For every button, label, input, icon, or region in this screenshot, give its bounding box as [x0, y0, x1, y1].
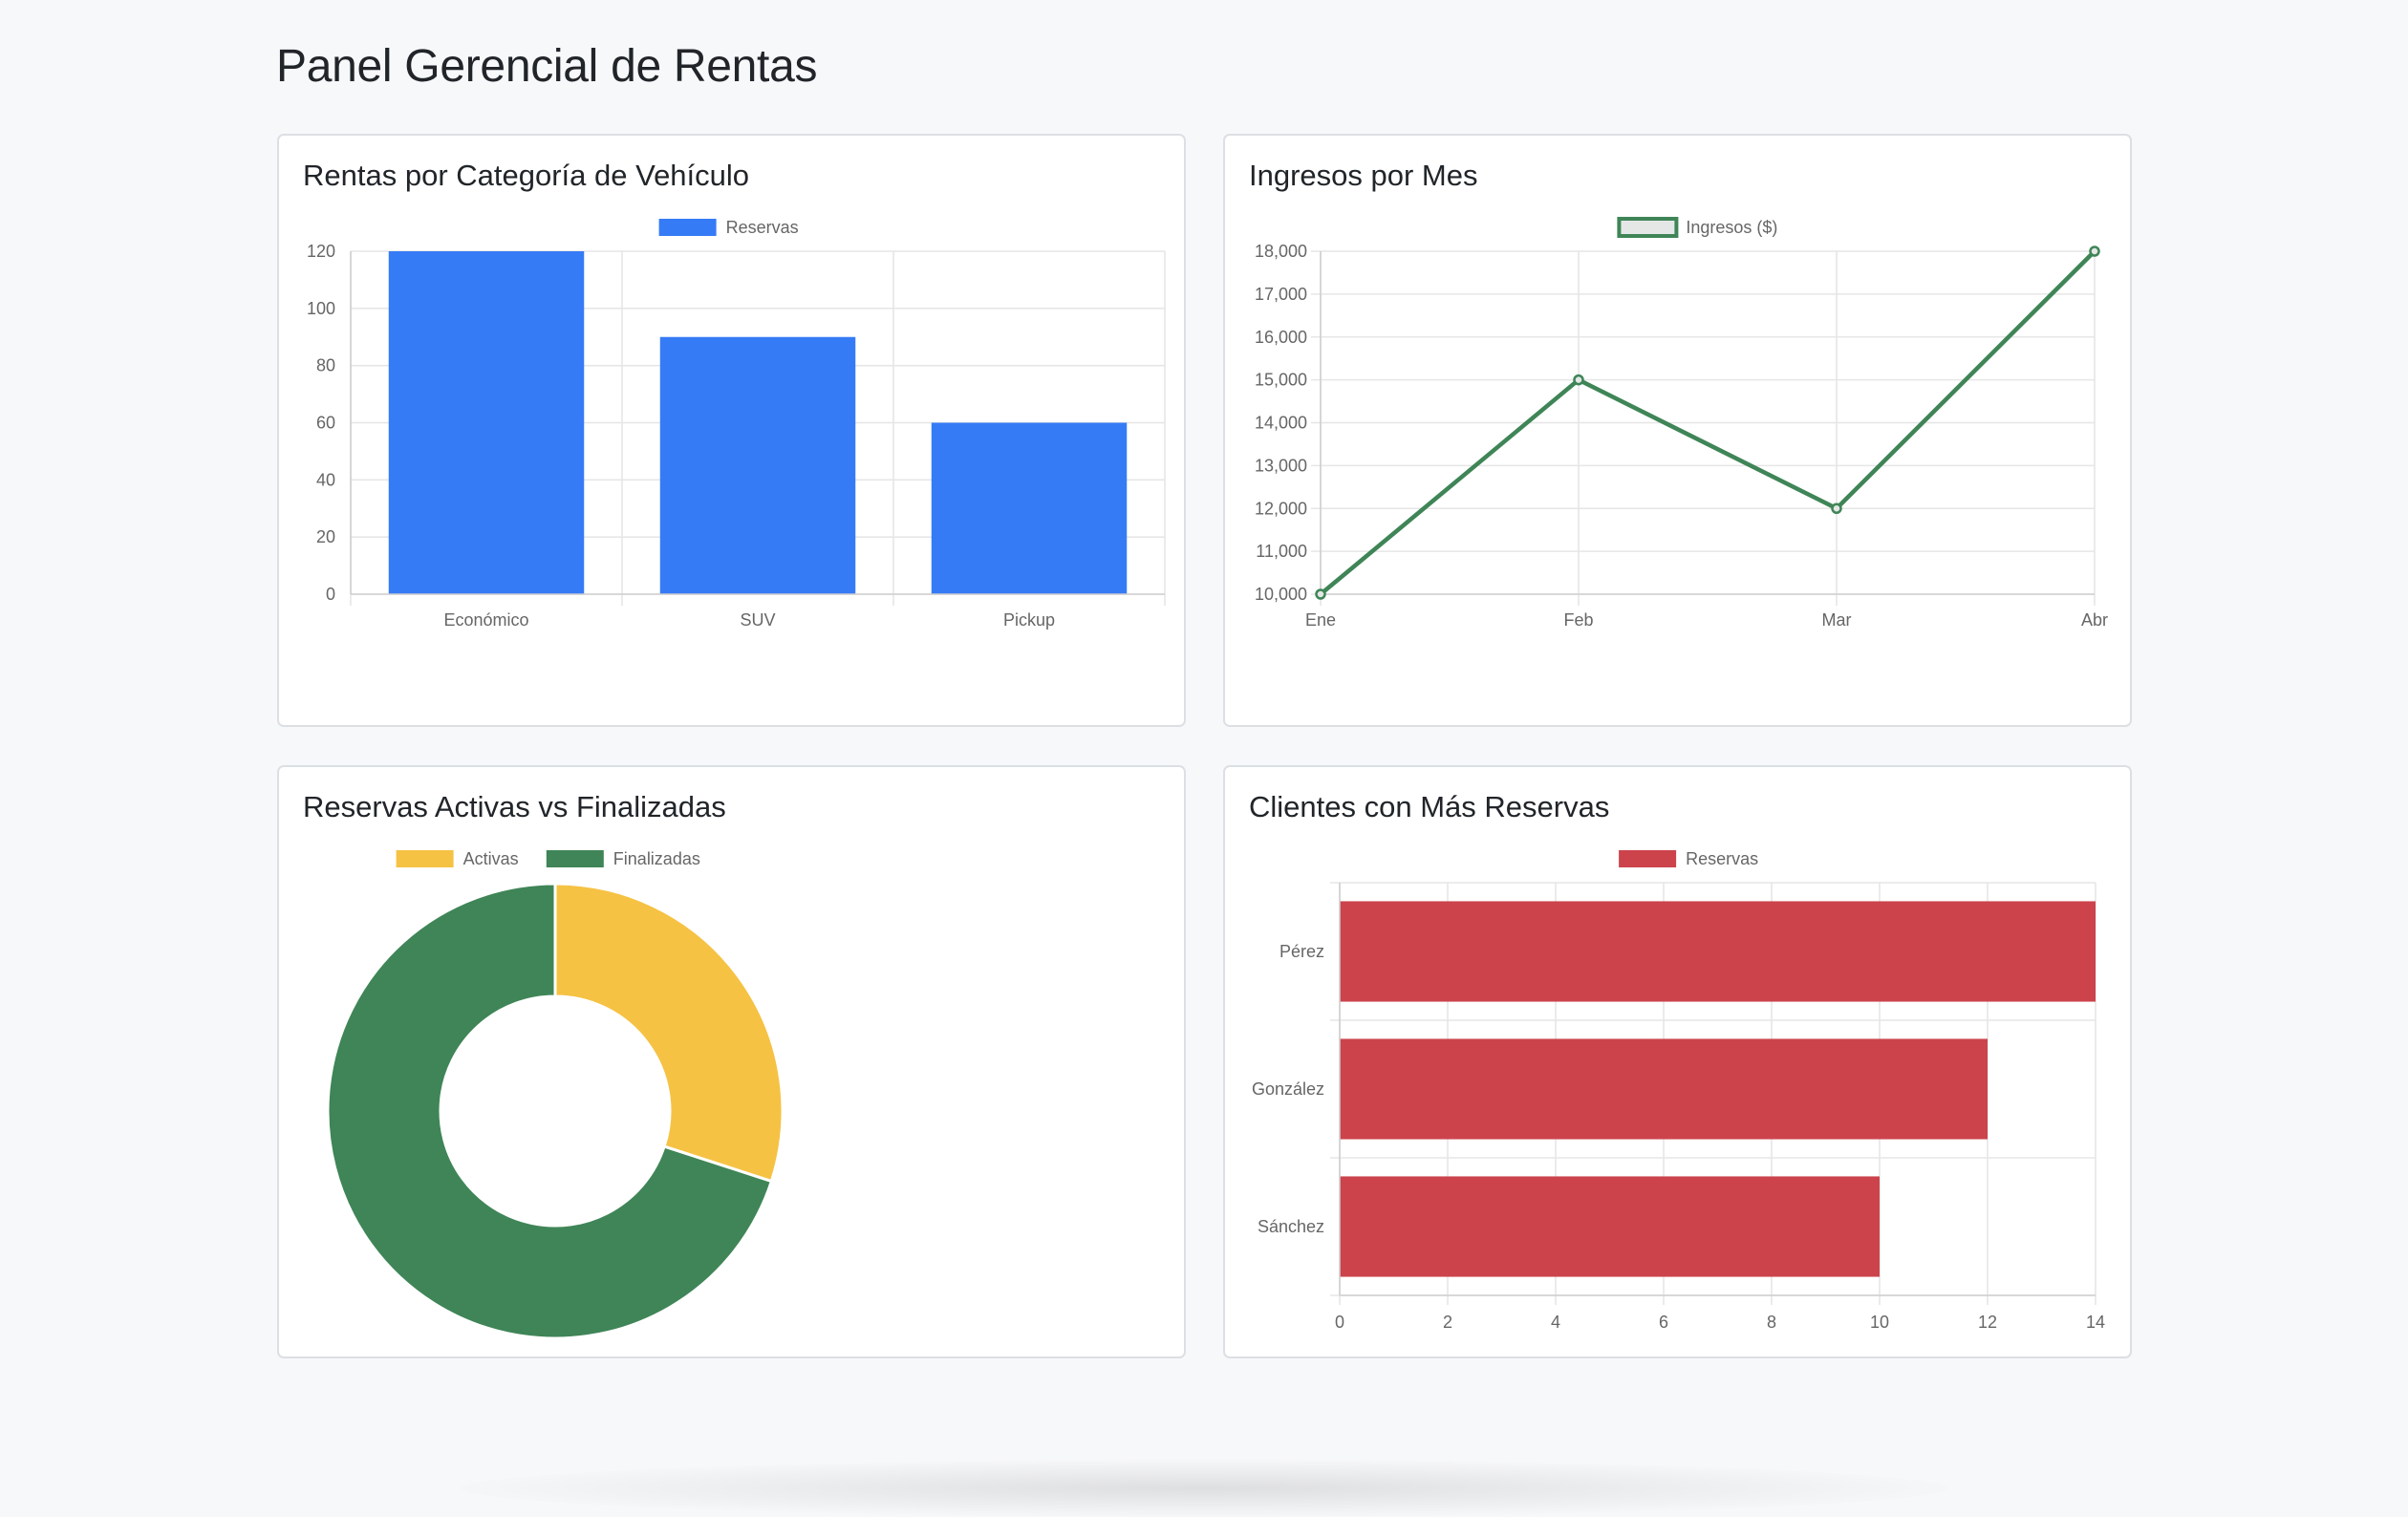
y-tick-label: 12,000	[1255, 499, 1307, 518]
legend-label: Activas	[463, 849, 519, 868]
horizontal-bar-chart-clientes: 0 2 4 6 8 10 12 14 Pérez González Sánchez Reservas	[1252, 849, 2105, 1332]
doughnut-slices	[326, 882, 785, 1340]
line-point	[1315, 588, 1326, 600]
bar	[1340, 1176, 1880, 1277]
legend-label: Reservas	[1686, 849, 1758, 868]
y-tick-label: Sánchez	[1258, 1217, 1324, 1236]
chart-card-ingresos-mes: Ingresos por Mes 10,000 11,000 12,000 13,00…	[1223, 134, 2132, 727]
y-tick-label: 100	[307, 299, 335, 318]
legend-swatch	[1619, 850, 1677, 867]
y-tick-label: 15,000	[1255, 371, 1307, 390]
grid-lines	[1311, 250, 2096, 606]
legend-swatch	[1617, 217, 1679, 238]
legend: Ingresos ($)	[1617, 217, 1777, 238]
y-tick-label: 40	[316, 470, 335, 489]
window-shadow	[459, 1460, 1949, 1517]
bar	[1340, 901, 2096, 1002]
x-tick-label: Mar	[1822, 610, 1852, 630]
legend-swatch	[658, 219, 717, 236]
chart-card-reservas-estado: Reservas Activas vs Finalizadas Activas F…	[277, 765, 1186, 1358]
y-tick-label: 10,000	[1255, 585, 1307, 604]
bar	[659, 336, 856, 594]
bars	[388, 251, 1128, 594]
y-tick-label: 16,000	[1255, 328, 1307, 347]
bar	[931, 422, 1128, 594]
y-tick-label: 17,000	[1255, 285, 1307, 304]
legend: Reservas	[658, 218, 799, 237]
doughnut-chart-reservas-estado: Activas Finalizadas	[326, 849, 785, 1340]
legend-label: Finalizadas	[613, 849, 700, 868]
bar	[388, 251, 585, 594]
doughnut-slice	[553, 882, 785, 1184]
line-point	[2089, 246, 2100, 257]
y-tick-label: 20	[316, 527, 335, 546]
legend: Activas Finalizadas	[396, 849, 700, 868]
x-tick-label: 2	[1443, 1313, 1452, 1332]
y-tick-label: 13,000	[1255, 456, 1307, 475]
y-tick-label: 60	[316, 414, 335, 433]
chart-card-clientes-reservas: Clientes con Más Reservas 0 2 4 6 8 10 12 14 Pér…	[1223, 765, 2132, 1358]
line-point	[1831, 502, 1842, 514]
x-tick-label: SUV	[740, 610, 775, 630]
legend: Reservas	[1619, 849, 1758, 868]
y-tick-label: 0	[326, 585, 335, 604]
x-tick-label: Ene	[1305, 610, 1336, 630]
y-tick-label: 11,000	[1256, 542, 1307, 561]
x-tick-label: Económico	[443, 610, 528, 630]
x-tick-label: Abr	[2081, 610, 2108, 630]
legend-label: Ingresos ($)	[1686, 218, 1777, 237]
legend-swatch	[396, 850, 454, 867]
y-tick-label: Pérez	[1279, 942, 1324, 961]
x-tick-label: 10	[1870, 1313, 1889, 1332]
y-tick-label: 14,000	[1255, 414, 1307, 433]
bar-chart-rentas-categoria: 0 20 40 60 80 100 120 Económico SUV Pickup Reserva…	[307, 218, 1166, 630]
x-tick-label: Pickup	[1003, 610, 1055, 630]
y-tick-label: 80	[316, 356, 335, 375]
legend-swatch	[546, 850, 604, 867]
page-title: Panel Gerencial de Rentas	[276, 41, 818, 92]
y-tick-label: 18,000	[1255, 242, 1307, 261]
x-tick-label: 8	[1767, 1313, 1776, 1332]
line-point	[1573, 374, 1584, 386]
bars	[1340, 901, 2096, 1277]
x-tick-label: 4	[1551, 1313, 1560, 1332]
x-tick-label: 6	[1659, 1313, 1668, 1332]
x-tick-label: 0	[1335, 1313, 1344, 1332]
x-tick-label: 14	[2086, 1313, 2105, 1332]
legend-label: Reservas	[726, 218, 799, 237]
x-tick-label: 12	[1978, 1313, 1997, 1332]
tick-labels: 10,000 11,000 12,000 13,000 14,000 15,000 16,0…	[1255, 242, 2108, 630]
line-chart-ingresos-mes: 10,000 11,000 12,000 13,000 14,000 15,000 16,0…	[1255, 217, 2108, 630]
y-tick-label: 120	[307, 242, 335, 261]
bar	[1340, 1038, 1988, 1140]
chart-card-rentas-categoria: Rentas por Categoría de Vehículo 0 20 40 60…	[277, 134, 1186, 727]
y-tick-label: González	[1252, 1079, 1324, 1099]
x-tick-label: Feb	[1563, 610, 1593, 630]
